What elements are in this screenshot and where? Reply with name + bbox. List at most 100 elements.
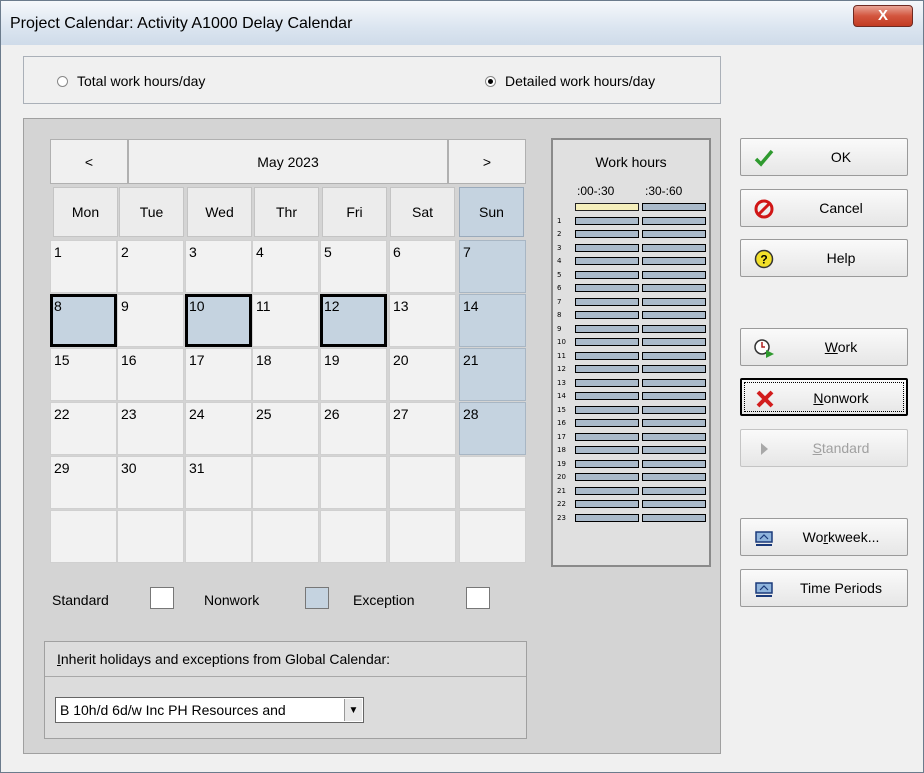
calendar-day-cell[interactable]: 15: [50, 348, 117, 401]
hour-slot-first-half[interactable]: [575, 459, 639, 468]
close-button[interactable]: X: [853, 5, 913, 27]
hour-slot-first-half[interactable]: [575, 392, 639, 400]
help-button[interactable]: ? Help: [740, 239, 908, 277]
calendar-day-cell[interactable]: 30: [117, 456, 184, 509]
total-work-hours-radio[interactable]: Total work hours/day: [57, 73, 205, 89]
hour-slot-second-half[interactable]: [642, 270, 706, 279]
hour-slot-second-half[interactable]: [642, 203, 706, 211]
hour-slot-first-half[interactable]: [575, 338, 639, 346]
calendar-day-cell[interactable]: 22: [50, 402, 117, 455]
calendar-day-cell[interactable]: 31: [185, 456, 252, 509]
hour-slot-first-half[interactable]: [575, 405, 639, 414]
hour-slot-first-half[interactable]: [575, 500, 639, 508]
hour-slot-second-half[interactable]: [642, 473, 706, 481]
hour-slot-second-half[interactable]: [642, 500, 706, 508]
ok-button[interactable]: OK: [740, 138, 908, 176]
weekday-header[interactable]: Tue: [119, 187, 184, 237]
hour-slot-second-half[interactable]: [642, 419, 706, 427]
calendar-day-cell[interactable]: 5: [320, 240, 387, 293]
dropdown-arrow-icon[interactable]: ▼: [344, 699, 362, 721]
weekday-header[interactable]: Sat: [390, 187, 455, 237]
weekday-header[interactable]: Fri: [322, 187, 387, 237]
calendar-day-cell[interactable]: 19: [320, 348, 387, 401]
hour-slot-first-half[interactable]: [575, 432, 639, 441]
hour-slot-first-half[interactable]: [575, 284, 639, 292]
time-periods-button[interactable]: Time Periods: [740, 569, 908, 607]
calendar-day-cell[interactable]: 14: [459, 294, 526, 347]
weekday-header[interactable]: Mon: [53, 187, 118, 237]
calendar-day-cell[interactable]: 6: [389, 240, 456, 293]
hour-slot-second-half[interactable]: [642, 297, 706, 306]
hour-slot-second-half[interactable]: [642, 324, 706, 333]
hour-slot-first-half[interactable]: [575, 473, 639, 481]
calendar-day-cell[interactable]: 7: [459, 240, 526, 293]
hour-slot-first-half[interactable]: [575, 486, 639, 495]
calendar-day-cell[interactable]: 27: [389, 402, 456, 455]
detailed-work-hours-radio[interactable]: Detailed work hours/day: [485, 73, 655, 89]
hour-slot-second-half[interactable]: [642, 378, 706, 387]
calendar-day-cell[interactable]: 4: [252, 240, 319, 293]
hour-slot-first-half[interactable]: [575, 243, 639, 252]
calendar-day-cell[interactable]: 11: [252, 294, 319, 347]
calendar-day-cell[interactable]: 9: [117, 294, 184, 347]
weekday-header[interactable]: Wed: [187, 187, 252, 237]
hour-slot-second-half[interactable]: [642, 446, 706, 454]
hour-slot-first-half[interactable]: [575, 365, 639, 373]
calendar-day-cell[interactable]: 12: [320, 294, 387, 347]
hour-slot-first-half[interactable]: [575, 257, 639, 265]
calendar-day-cell[interactable]: 29: [50, 456, 117, 509]
global-calendar-select[interactable]: B 10h/d 6d/w Inc PH Resources and ▼: [55, 697, 364, 723]
previous-month-button[interactable]: <: [50, 139, 128, 184]
hour-slot-second-half[interactable]: [642, 486, 706, 495]
hour-slot-second-half[interactable]: [642, 216, 706, 225]
hour-slot-second-half[interactable]: [642, 405, 706, 414]
hour-slot-second-half[interactable]: [642, 338, 706, 346]
work-button[interactable]: Work: [740, 328, 908, 366]
weekday-header[interactable]: Thr: [254, 187, 319, 237]
cancel-button[interactable]: Cancel: [740, 189, 908, 227]
calendar-day-cell[interactable]: 17: [185, 348, 252, 401]
calendar-day-cell[interactable]: 1: [50, 240, 117, 293]
hour-slot-first-half[interactable]: [575, 216, 639, 225]
hour-slot-second-half[interactable]: [642, 257, 706, 265]
hour-slot-second-half[interactable]: [642, 432, 706, 441]
hour-slot-second-half[interactable]: [642, 243, 706, 252]
calendar-day-cell[interactable]: 18: [252, 348, 319, 401]
calendar-day-cell[interactable]: 10: [185, 294, 252, 347]
hour-slot-first-half[interactable]: [575, 513, 639, 522]
weekday-header[interactable]: Sun: [459, 187, 524, 237]
calendar-day-cell[interactable]: 28: [459, 402, 526, 455]
calendar-day-cell[interactable]: 21: [459, 348, 526, 401]
hour-slot-first-half[interactable]: [575, 324, 639, 333]
hour-slot-second-half[interactable]: [642, 365, 706, 373]
calendar-day-cell[interactable]: 20: [389, 348, 456, 401]
next-month-button[interactable]: >: [448, 139, 526, 184]
hour-slot-second-half[interactable]: [642, 392, 706, 400]
hour-slot-second-half[interactable]: [642, 230, 706, 238]
calendar-day-cell[interactable]: 26: [320, 402, 387, 455]
hour-slot-first-half[interactable]: [575, 419, 639, 427]
hour-slot-first-half[interactable]: [575, 351, 639, 360]
calendar-day-cell[interactable]: 13: [389, 294, 456, 347]
hour-slot-first-half[interactable]: [575, 270, 639, 279]
hour-slot-second-half[interactable]: [642, 311, 706, 319]
hour-slot-first-half[interactable]: [575, 203, 639, 211]
standard-button[interactable]: Standard: [740, 429, 908, 467]
hour-slot-second-half[interactable]: [642, 284, 706, 292]
hour-slot-second-half[interactable]: [642, 513, 706, 522]
calendar-day-cell[interactable]: 8: [50, 294, 117, 347]
calendar-day-cell[interactable]: 16: [117, 348, 184, 401]
calendar-day-cell[interactable]: 3: [185, 240, 252, 293]
hour-slot-first-half[interactable]: [575, 378, 639, 387]
hour-slot-first-half[interactable]: [575, 311, 639, 319]
calendar-day-cell[interactable]: 25: [252, 402, 319, 455]
calendar-day-cell[interactable]: 23: [117, 402, 184, 455]
calendar-day-cell[interactable]: 2: [117, 240, 184, 293]
hour-slot-first-half[interactable]: [575, 230, 639, 238]
hour-slot-second-half[interactable]: [642, 459, 706, 468]
calendar-day-cell[interactable]: 24: [185, 402, 252, 455]
hour-slot-first-half[interactable]: [575, 446, 639, 454]
hour-slot-first-half[interactable]: [575, 297, 639, 306]
hour-slot-second-half[interactable]: [642, 351, 706, 360]
workweek-button[interactable]: Workweek...: [740, 518, 908, 556]
